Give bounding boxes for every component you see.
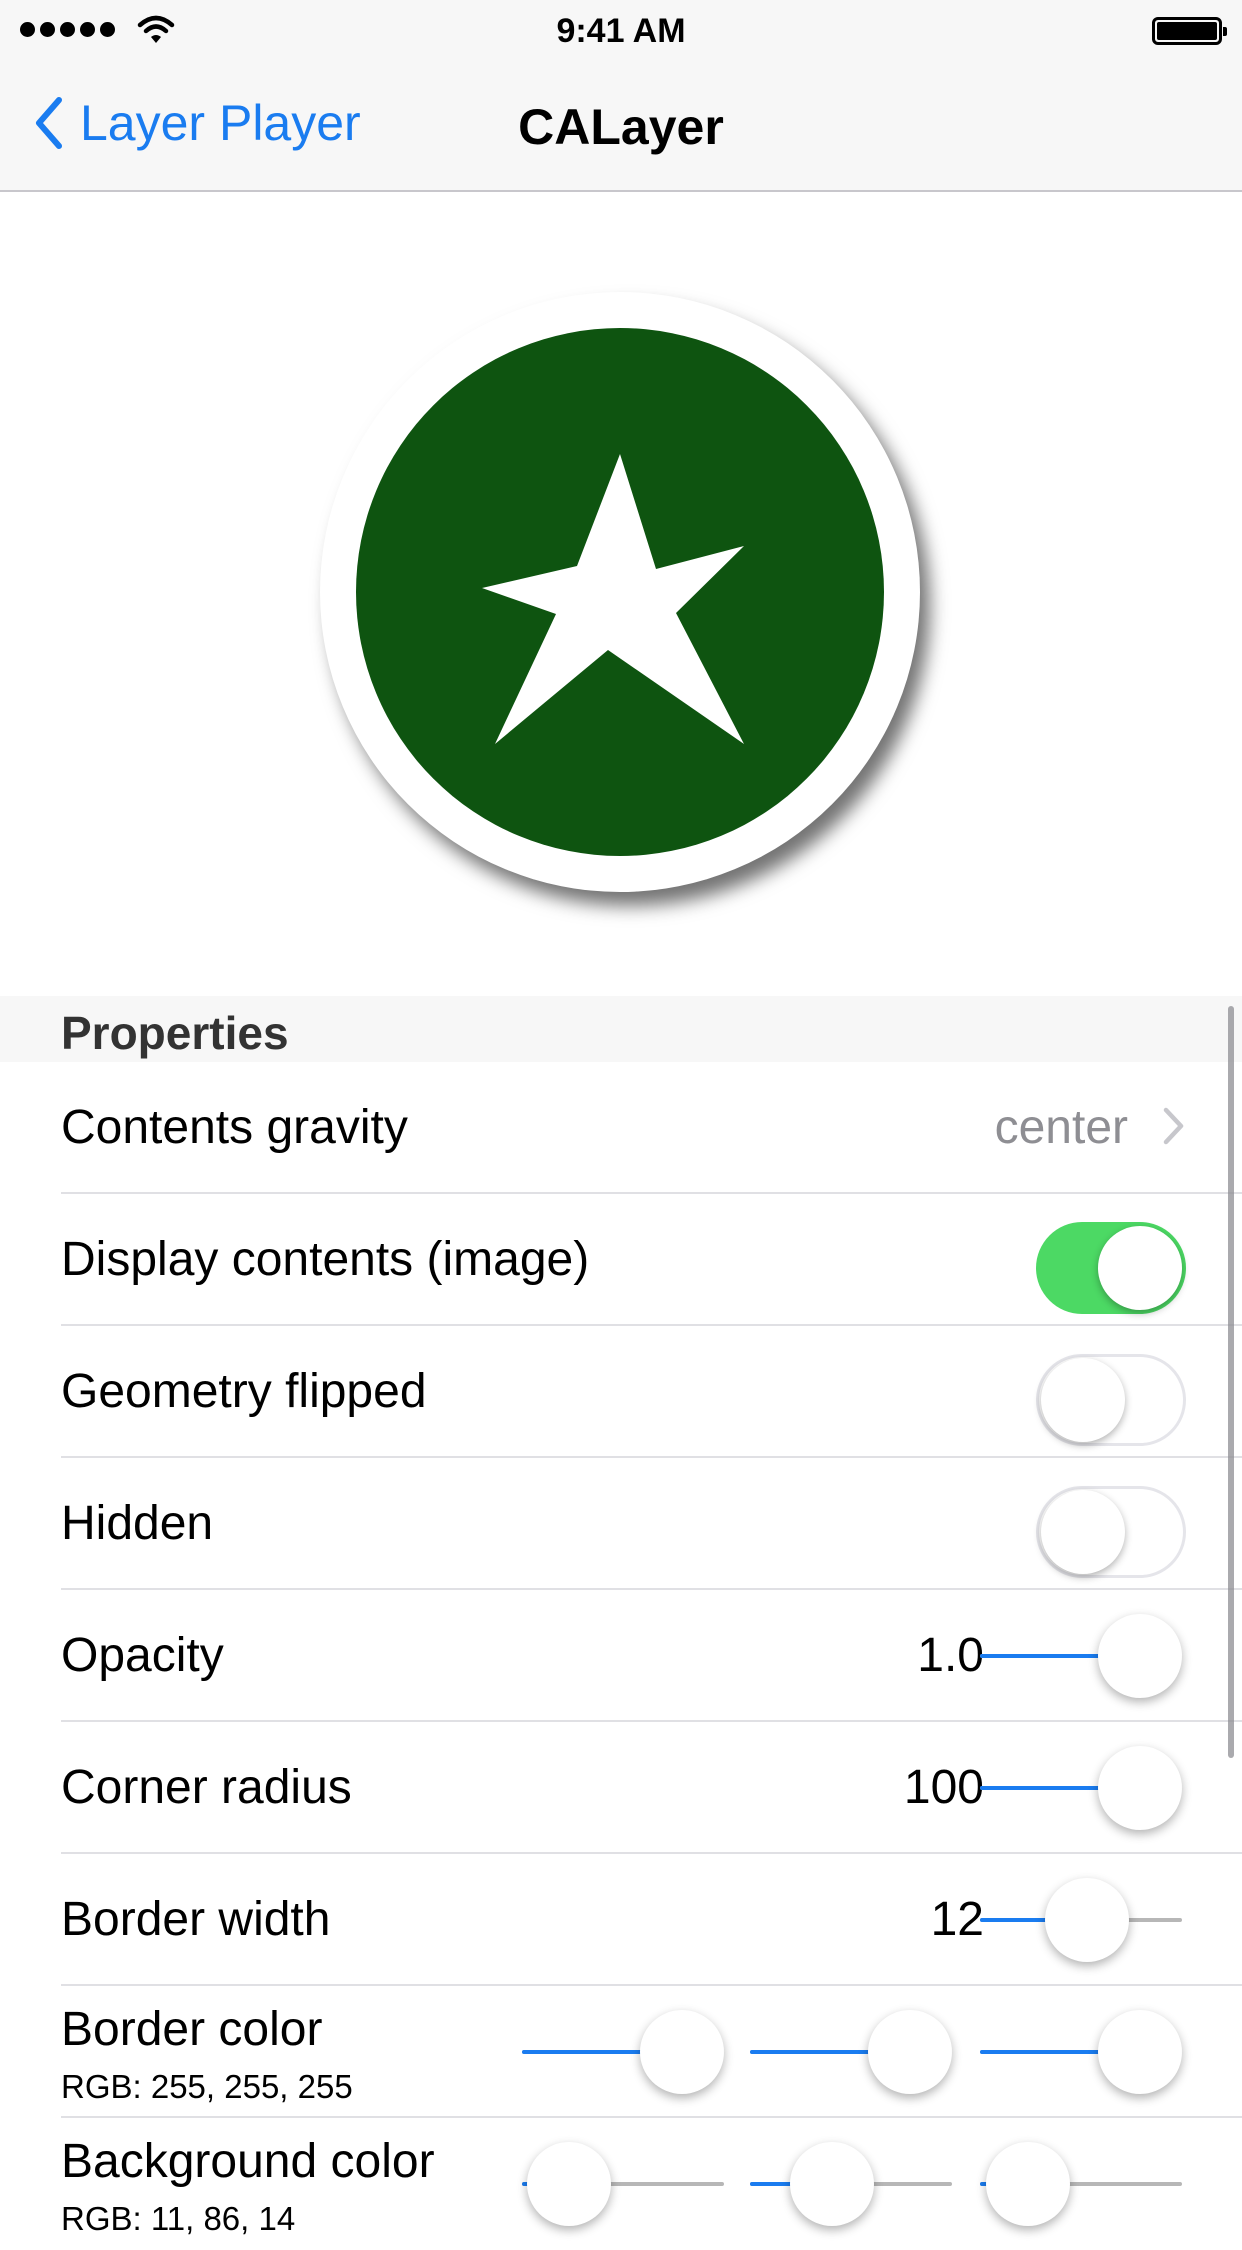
- opacity-slider[interactable]: [980, 1614, 1182, 1698]
- corner-radius-value: 100: [903, 1761, 984, 1814]
- chevron-right-icon: [1163, 1107, 1184, 1145]
- border-color-rgb: RGB: 255, 255, 255: [61, 2068, 353, 2105]
- slider-thumb[interactable]: [640, 2010, 724, 2094]
- scroll-indicator: [1228, 1006, 1234, 1758]
- row-label: Geometry flipped: [61, 1365, 427, 1418]
- row-label: Corner radius: [61, 1761, 352, 1814]
- border-color-red-slider[interactable]: [522, 2010, 724, 2094]
- row-geometry-flipped: Geometry flipped: [0, 1326, 1242, 1458]
- slider-thumb[interactable]: [1098, 1614, 1182, 1698]
- row-label: Border color: [61, 2003, 323, 2056]
- opacity-value: 1.0: [917, 1629, 984, 1682]
- layer-preview: [320, 292, 920, 892]
- navigation-bar: Layer Player CALayer: [0, 60, 1242, 192]
- slider-thumb[interactable]: [1098, 2010, 1182, 2094]
- border-color-blue-slider[interactable]: [980, 2010, 1182, 2094]
- row-label: Opacity: [61, 1629, 224, 1682]
- row-label: Border width: [61, 1893, 331, 1946]
- slider-thumb[interactable]: [1098, 1746, 1182, 1830]
- row-label: Hidden: [61, 1497, 214, 1550]
- background-color-rgb: RGB: 11, 86, 14: [61, 2200, 296, 2237]
- row-opacity: Opacity 1.0: [0, 1590, 1242, 1722]
- battery-icon: [1152, 17, 1227, 45]
- row-corner-radius: Corner radius 100: [0, 1722, 1242, 1854]
- layer-preview-area: [0, 192, 1242, 996]
- slider-thumb[interactable]: [1044, 1878, 1129, 1962]
- slider-thumb[interactable]: [985, 2142, 1070, 2226]
- row-label: Background color: [61, 2135, 435, 2188]
- display-contents-toggle[interactable]: [1036, 1222, 1186, 1314]
- row-border-color: Border color RGB: 255, 255, 255: [0, 1986, 1242, 2118]
- status-time: 9:41 AM: [556, 12, 686, 50]
- background-color-blue-slider[interactable]: [980, 2142, 1182, 2226]
- row-background-color: Background color RGB: 11, 86, 14: [0, 2118, 1242, 2250]
- row-label: Display contents (image): [61, 1233, 590, 1286]
- row-hidden: Hidden: [0, 1458, 1242, 1590]
- row-border-width: Border width 12: [0, 1854, 1242, 1986]
- section-header-properties: Properties: [0, 996, 1242, 1062]
- row-contents-gravity[interactable]: Contents gravity center: [0, 1062, 1242, 1194]
- slider-thumb[interactable]: [790, 2142, 875, 2226]
- background-color-green-slider[interactable]: [750, 2142, 952, 2226]
- page-title: CALayer: [518, 99, 724, 155]
- contents-gravity-value: center: [994, 1101, 1128, 1154]
- geometry-flipped-toggle[interactable]: [1036, 1354, 1186, 1446]
- border-width-value: 12: [930, 1893, 984, 1946]
- star-icon: [482, 454, 744, 744]
- border-color-green-slider[interactable]: [750, 2010, 952, 2094]
- status-bar: 9:41 AM: [0, 0, 1242, 60]
- section-title: Properties: [61, 1007, 289, 1059]
- hidden-toggle[interactable]: [1036, 1486, 1186, 1578]
- slider-thumb[interactable]: [526, 2142, 611, 2226]
- slider-thumb[interactable]: [868, 2010, 952, 2094]
- row-label: Contents gravity: [61, 1101, 408, 1154]
- corner-radius-slider[interactable]: [980, 1746, 1182, 1830]
- border-width-slider[interactable]: [980, 1878, 1182, 1962]
- row-display-contents: Display contents (image): [0, 1194, 1242, 1326]
- background-color-red-slider[interactable]: [522, 2142, 724, 2226]
